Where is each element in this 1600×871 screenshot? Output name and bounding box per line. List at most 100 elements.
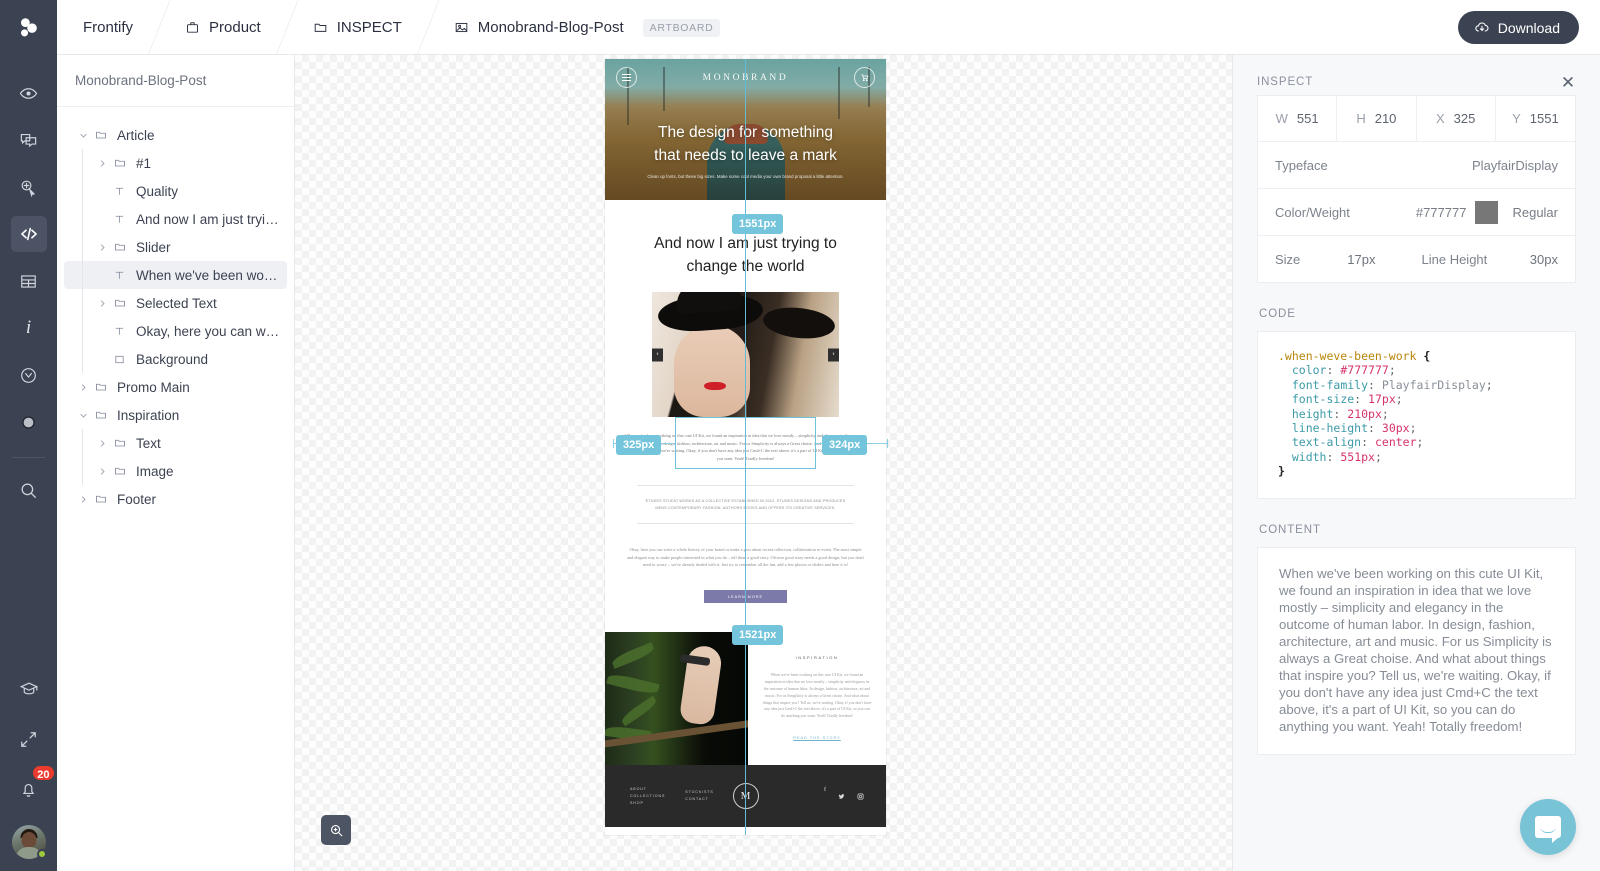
properties-card: W 551 H 210 X 325 Y 1551 Typeface Playfa… [1257, 95, 1576, 283]
size-value: 17px [1347, 251, 1376, 267]
chevron-down-icon[interactable] [75, 411, 91, 420]
measure-badge-bottom: 1521px [732, 625, 784, 645]
rail-items: i [10, 75, 47, 519]
dimension-x: X 325 [1417, 96, 1496, 141]
chat-bubble-shape [1535, 816, 1561, 843]
code-section-label: CODE [1259, 308, 1296, 320]
history-clock-icon[interactable] [11, 357, 47, 393]
chevron-right-icon[interactable] [94, 159, 110, 168]
breadcrumb-item-inspect[interactable]: INSPECT [287, 0, 439, 55]
folder-icon [91, 409, 110, 421]
chevron-right-icon[interactable] [75, 495, 91, 504]
twitter-icon [838, 787, 845, 805]
academy-cap-icon[interactable] [11, 671, 47, 707]
layer-item[interactable]: Article [64, 121, 287, 149]
code-card[interactable]: .when-weve-been-work { color: #777777; f… [1257, 331, 1576, 499]
inspiration-image [605, 632, 748, 766]
chevron-right-icon[interactable] [94, 299, 110, 308]
layer-item[interactable]: Slider [64, 233, 287, 261]
dimension-key: X [1435, 111, 1445, 126]
read-the-story-link[interactable]: READ THE STORY [762, 736, 872, 740]
size-label: Size [1275, 251, 1301, 267]
dimension-y: Y 1551 [1496, 96, 1575, 141]
layer-item[interactable]: Inspiration [64, 401, 287, 429]
folder-icon [91, 493, 110, 505]
layer-item[interactable]: Image [64, 457, 287, 485]
layer-item[interactable]: Quality [64, 177, 287, 205]
chevron-right-icon[interactable] [75, 383, 91, 392]
folder-icon [110, 241, 129, 253]
grid-layout-icon[interactable] [11, 263, 47, 299]
typeface-row: Typeface PlayfairDisplay [1258, 141, 1575, 188]
chat-bubble-icon[interactable] [1520, 799, 1576, 855]
search-icon[interactable] [11, 472, 47, 508]
briefcase-icon [185, 20, 200, 35]
color-circle-icon[interactable] [11, 404, 47, 440]
measure-endcap-right [887, 439, 888, 448]
dimension-width: W 551 [1258, 96, 1338, 141]
zoom-in-icon[interactable] [321, 815, 351, 845]
slider-next-arrow[interactable]: › [828, 348, 839, 361]
line-height-value: 30px [1529, 251, 1558, 267]
layer-item[interactable]: Okay, here you can write… [64, 317, 287, 345]
info-icon[interactable]: i [11, 310, 47, 346]
color-hex-value[interactable]: #777777 [1416, 205, 1467, 220]
notifications-bell-icon[interactable]: 20 [11, 764, 56, 807]
facebook-icon: f [824, 787, 826, 794]
folder-icon [91, 381, 110, 393]
layer-item[interactable]: Promo Main [64, 373, 287, 401]
close-icon[interactable]: ✕ [1561, 74, 1576, 91]
layer-item[interactable]: #1 [64, 149, 287, 177]
layer-item-label: #1 [136, 155, 152, 171]
top-bar: Frontify Product INSPECT Monobrand-Blog-… [57, 0, 1600, 55]
rect-icon [110, 354, 129, 365]
chevron-right-icon[interactable] [94, 243, 110, 252]
body-row: Monobrand-Blog-Post Article #1 Quality And … [57, 55, 1600, 871]
comments-icon[interactable] [11, 122, 47, 158]
layer-item-selected[interactable]: When we've been worki… [64, 261, 287, 289]
layer-item-label: Image [136, 463, 174, 479]
footer-social-icons[interactable]: f [824, 787, 864, 805]
frontify-logo-icon[interactable] [0, 0, 57, 55]
measure-endcap-left [613, 439, 614, 448]
chevron-right-icon[interactable] [94, 467, 110, 476]
layer-item[interactable]: Footer [64, 485, 287, 513]
main-column: Frontify Product INSPECT Monobrand-Blog-… [57, 0, 1600, 871]
layer-item[interactable]: Selected Text [64, 289, 287, 317]
online-status-dot [36, 849, 47, 859]
preview-eye-icon[interactable] [11, 75, 47, 111]
code-inspect-icon[interactable] [10, 216, 47, 252]
folder-icon [110, 157, 129, 169]
download-button[interactable]: Download [1457, 11, 1579, 44]
inspiration-body: When we've been working on this cute UI … [762, 673, 872, 719]
breadcrumb-item-artboard[interactable]: Monobrand-Blog-Post ARTBOARD [428, 0, 747, 55]
breadcrumb-item-frontify[interactable]: Frontify [57, 0, 171, 55]
fullscreen-expand-icon[interactable] [11, 721, 47, 757]
breadcrumb-item-product[interactable]: Product [159, 0, 298, 55]
chevron-down-icon[interactable] [75, 131, 91, 140]
typeface-value: PlayfairDisplay [1472, 157, 1558, 173]
breadcrumb-label: Frontify [83, 19, 134, 36]
inspect-panel: INSPECT ✕ W 551 H 210 X 325 Y 1551 Typef… [1232, 55, 1600, 871]
slider-prev-arrow[interactable]: ‹ [652, 348, 663, 361]
selection-bounding-box [675, 417, 816, 469]
layer-item[interactable]: And now I am just trying… [64, 205, 287, 233]
canvas-area[interactable]: MONOBRAND The design for something that … [295, 55, 1232, 871]
color-weight-row: Color/Weight #777777 Regular [1258, 188, 1575, 235]
text-icon [110, 186, 129, 197]
color-swatch [1475, 200, 1499, 224]
hotspot-pointer-icon[interactable] [11, 169, 47, 205]
layer-item-label: And now I am just trying… [136, 211, 281, 227]
measure-badge-left: 325px [616, 435, 662, 455]
layer-item-label: Okay, here you can write… [136, 323, 281, 339]
css-code-block[interactable]: .when-weve-been-work { color: #777777; f… [1278, 349, 1555, 479]
layer-item[interactable]: Text [64, 429, 287, 457]
dimension-key: Y [1512, 111, 1521, 126]
notification-count-badge: 20 [31, 764, 56, 782]
content-text-card[interactable]: When we've been working on this cute UI … [1257, 546, 1576, 755]
avatar[interactable] [11, 825, 47, 859]
dimension-value: 210 [1374, 111, 1397, 126]
chevron-right-icon[interactable] [94, 439, 110, 448]
dimension-value: 551 [1296, 111, 1319, 126]
layer-item[interactable]: Background [64, 345, 287, 373]
